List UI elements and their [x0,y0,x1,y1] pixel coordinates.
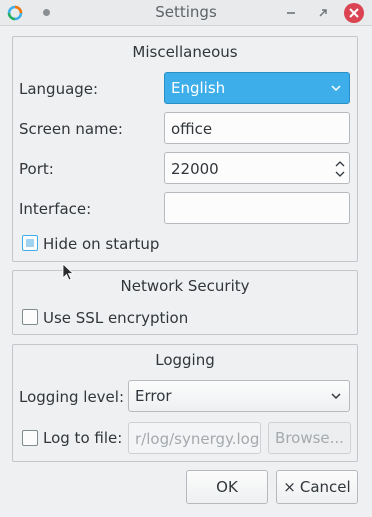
ok-button[interactable]: OK [186,470,268,504]
logging-level-value: Error [135,387,172,405]
title-bar: Settings [0,0,372,26]
hide-on-startup-label[interactable]: Hide on startup [43,235,159,253]
log-to-file-checkbox[interactable] [22,430,38,446]
browse-button[interactable]: Browse... [268,422,351,454]
ssl-label[interactable]: Use SSL encryption [43,309,188,327]
screen-name-value: office [171,120,213,138]
spin-arrows-icon[interactable] [335,159,345,179]
language-label: Language: [19,80,99,98]
language-combo[interactable]: English [164,72,350,104]
log-file-path-field[interactable]: r/log/synergy.log [128,422,261,454]
logging-group: Logging Logging level: Error Log to file… [12,344,358,462]
maximize-icon[interactable] [313,3,333,23]
cancel-icon: × [283,478,296,496]
cancel-button[interactable]: × Cancel [276,470,358,504]
misc-group-title: Miscellaneous [132,43,238,61]
mouse-pointer-icon [62,263,74,281]
logging-level-combo[interactable]: Error [128,380,350,412]
screen-name-field[interactable]: office [164,112,350,144]
chevron-down-icon [331,85,341,92]
misc-group: Miscellaneous Language: English Screen n… [12,36,358,262]
interface-field[interactable] [164,192,350,224]
language-value: English [171,79,226,97]
chevron-down-icon [331,393,341,400]
logging-title: Logging [155,351,215,369]
interface-label: Interface: [19,200,92,218]
cancel-label: Cancel [299,478,351,496]
minimize-icon[interactable] [281,3,301,23]
close-icon[interactable] [344,3,364,23]
logging-level-label: Logging level: [19,388,124,406]
log-to-file-label[interactable]: Log to file: [43,429,122,447]
log-file-path-value: r/log/synergy.log [135,430,260,448]
ssl-checkbox[interactable] [22,309,38,325]
port-spinbox[interactable]: 22000 [164,152,350,184]
port-label: Port: [19,160,54,178]
screen-name-label: Screen name: [19,120,123,138]
hide-on-startup-checkbox[interactable] [22,235,38,251]
port-value: 22000 [171,160,219,178]
